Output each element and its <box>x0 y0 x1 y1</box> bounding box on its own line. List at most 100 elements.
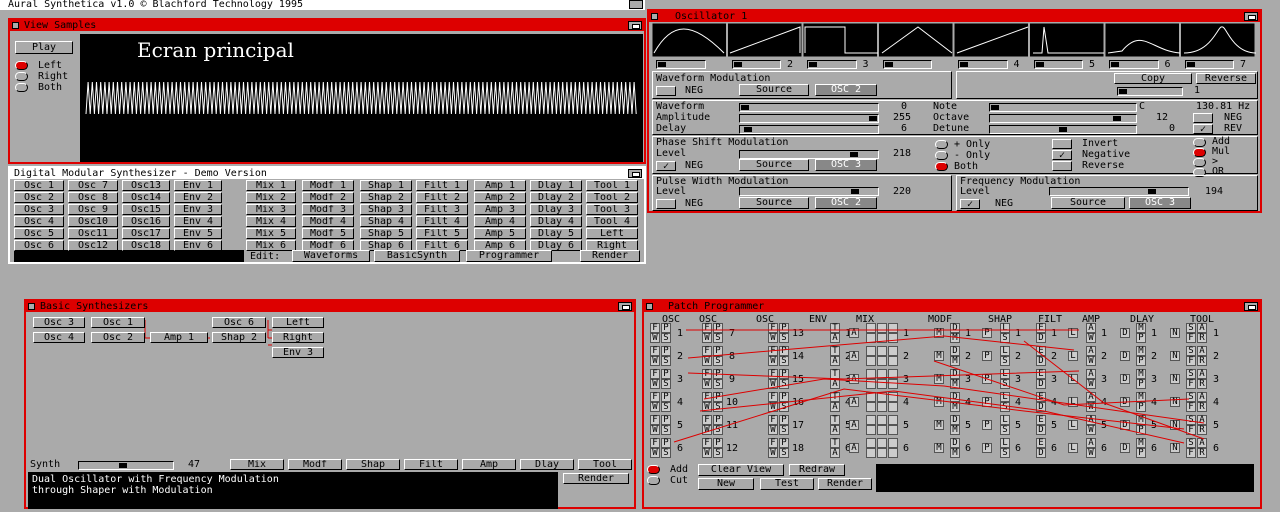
negative-checkbox[interactable]: ✓ <box>1052 150 1072 161</box>
play-button[interactable]: Play <box>15 41 73 54</box>
minus-only-radio[interactable] <box>935 151 948 160</box>
module-button[interactable]: Mix 4 <box>246 216 296 227</box>
modf-category-button[interactable]: Modf <box>288 459 342 470</box>
test-button[interactable]: Test <box>760 478 814 490</box>
freq-level-slider[interactable] <box>1049 187 1189 196</box>
wave-slot-slider[interactable] <box>1109 60 1159 69</box>
shap-category-button[interactable]: Shap <box>346 459 400 470</box>
reverse-checkbox[interactable] <box>1052 161 1072 171</box>
detune-slider[interactable] <box>989 125 1137 134</box>
module-button[interactable]: Osc16 <box>122 216 170 227</box>
module-button[interactable]: Osc 7 <box>68 180 118 191</box>
module-button[interactable]: Dlay 4 <box>530 216 582 227</box>
module-button[interactable]: Shap 4 <box>360 216 412 227</box>
module-button[interactable]: Tool 2 <box>586 192 638 203</box>
copy-button[interactable]: Copy <box>1114 73 1192 84</box>
module-button[interactable]: Amp 5 <box>474 228 526 239</box>
module-button[interactable]: Tool 4 <box>586 216 638 227</box>
module-button[interactable]: Osc12 <box>68 240 118 251</box>
module-button[interactable]: Modf 2 <box>302 192 354 203</box>
module-button[interactable]: Mix 2 <box>246 192 296 203</box>
wave-neg-checkbox[interactable] <box>656 86 676 96</box>
phase-source-button[interactable]: Source <box>739 159 809 171</box>
pulse-neg-checkbox[interactable] <box>656 199 676 209</box>
wave-slot-slider[interactable] <box>1184 60 1234 69</box>
module-osc-4[interactable]: Osc 4 <box>33 332 85 343</box>
param-slider[interactable] <box>739 103 879 112</box>
phase-neg-checkbox[interactable]: ✓ <box>656 161 676 172</box>
plus-only-radio[interactable] <box>935 140 948 149</box>
wave-osc-button[interactable]: OSC 2 <box>815 84 877 96</box>
module-left[interactable]: Left <box>272 317 324 328</box>
filt-category-button[interactable]: Filt <box>404 459 458 470</box>
oscillator-titlebar[interactable]: Oscillator 1 <box>649 11 1260 22</box>
wave-slot-slider[interactable] <box>882 60 932 69</box>
dlay-category-button[interactable]: Dlay <box>520 459 574 470</box>
wave-slot-slider[interactable] <box>807 60 857 69</box>
module-button[interactable]: Filt 2 <box>416 192 468 203</box>
edit-waveforms-button[interactable]: Waveforms <box>292 250 370 262</box>
freq-neg-checkbox[interactable]: ✓ <box>960 199 980 210</box>
param-slider[interactable] <box>739 114 879 123</box>
module-button[interactable]: Left <box>586 228 638 239</box>
new-button[interactable]: New <box>698 478 754 490</box>
module-button[interactable]: Shap 3 <box>360 204 412 215</box>
module-button[interactable]: Osc 4 <box>14 216 64 227</box>
module-button[interactable]: Osc 9 <box>68 204 118 215</box>
module-osc-1[interactable]: Osc 1 <box>91 317 145 328</box>
pulse-level-slider[interactable] <box>739 187 879 196</box>
detune-rev-checkbox[interactable]: ✓ <box>1193 124 1213 135</box>
redraw-button[interactable]: Redraw <box>789 464 845 476</box>
module-button[interactable]: Filt 5 <box>416 228 468 239</box>
depth-gadget[interactable] <box>629 0 643 9</box>
close-icon[interactable] <box>12 22 19 29</box>
pulse-osc-button[interactable]: OSC 2 <box>815 197 877 209</box>
wave-slot-slider[interactable] <box>1033 60 1083 69</box>
view-samples-titlebar[interactable]: View Samples <box>10 20 644 31</box>
param-slider[interactable] <box>739 125 879 134</box>
copy-slider[interactable] <box>1117 87 1183 96</box>
module-button[interactable]: Dlay 1 <box>530 180 582 191</box>
module-button[interactable]: Osc14 <box>122 192 170 203</box>
phase-level-slider[interactable] <box>739 150 879 159</box>
depth-icon[interactable] <box>628 21 642 30</box>
invert-checkbox[interactable] <box>1052 139 1072 149</box>
module-button[interactable]: Filt 4 <box>416 216 468 227</box>
module-button[interactable]: Osc11 <box>68 228 118 239</box>
dms-titlebar[interactable]: Digital Modular Synthesizer - Demo Versi… <box>10 168 644 179</box>
close-icon[interactable] <box>651 13 658 20</box>
module-button[interactable]: Modf 5 <box>302 228 354 239</box>
module-button[interactable]: Env 4 <box>174 216 222 227</box>
gt-op-radio[interactable] <box>1193 158 1206 167</box>
module-osc-6[interactable]: Osc 6 <box>212 317 266 328</box>
tool-category-button[interactable]: Tool <box>578 459 632 470</box>
module-button[interactable]: Filt 1 <box>416 180 468 191</box>
both-radio[interactable] <box>15 83 28 92</box>
render-button[interactable]: Render <box>563 473 629 484</box>
module-button[interactable]: Shap 1 <box>360 180 412 191</box>
module-button[interactable]: Env 1 <box>174 180 222 191</box>
wave-source-button[interactable]: Source <box>739 84 809 96</box>
waveform-display[interactable]: Ecran principal <box>80 34 643 162</box>
module-button[interactable]: Tool 1 <box>586 180 638 191</box>
module-button[interactable]: Osc18 <box>122 240 170 251</box>
synth-slider[interactable] <box>78 461 174 470</box>
depth-icon[interactable] <box>1244 12 1258 21</box>
module-button[interactable]: Shap 2 <box>360 192 412 203</box>
module-button[interactable]: Env 2 <box>174 192 222 203</box>
module-button[interactable]: Osc 3 <box>14 204 64 215</box>
module-button[interactable]: Osc15 <box>122 204 170 215</box>
module-button[interactable]: Amp 1 <box>474 180 526 191</box>
waveform-thumbnails[interactable] <box>652 23 1258 59</box>
add-mode-radio[interactable] <box>647 465 660 474</box>
module-button[interactable]: Osc 2 <box>14 192 64 203</box>
module-button[interactable]: Osc17 <box>122 228 170 239</box>
module-button[interactable]: Mix 5 <box>246 228 296 239</box>
wave-slot-slider[interactable] <box>731 60 781 69</box>
module-right[interactable]: Right <box>272 332 324 343</box>
both-radio[interactable] <box>935 162 948 171</box>
note-slider[interactable] <box>989 103 1137 112</box>
module-button[interactable]: Osc 8 <box>68 192 118 203</box>
module-button[interactable]: Shap 5 <box>360 228 412 239</box>
right-radio[interactable] <box>15 72 28 81</box>
